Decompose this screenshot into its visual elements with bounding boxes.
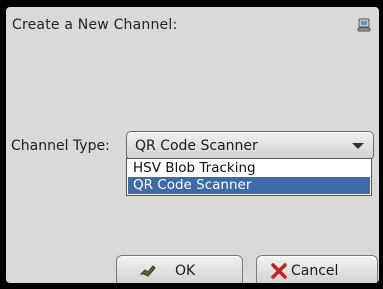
dialog-window: Create a New Channel: Channel Type: QR C… [6,7,379,283]
cancel-button[interactable]: Cancel [256,255,378,283]
channel-type-dropdown-list: HSV Blob Tracking QR Code Scanner [126,158,372,196]
option-hsv-blob-tracking[interactable]: HSV Blob Tracking [128,160,370,177]
channel-type-label: Channel Type: [11,138,110,154]
option-qr-code-scanner[interactable]: QR Code Scanner [128,177,370,194]
ok-label: OK [175,263,196,279]
ok-button[interactable]: OK [116,255,243,283]
channel-type-selected-value: QR Code Scanner [135,138,258,154]
channel-type-select[interactable]: QR Code Scanner [126,131,374,160]
cancel-label: Cancel [291,263,339,279]
network-icon [357,18,371,32]
dialog-title: Create a New Channel: [12,17,178,33]
red-x-icon [271,263,287,279]
ok-hand-icon [139,265,156,277]
chevron-down-icon [352,143,364,149]
